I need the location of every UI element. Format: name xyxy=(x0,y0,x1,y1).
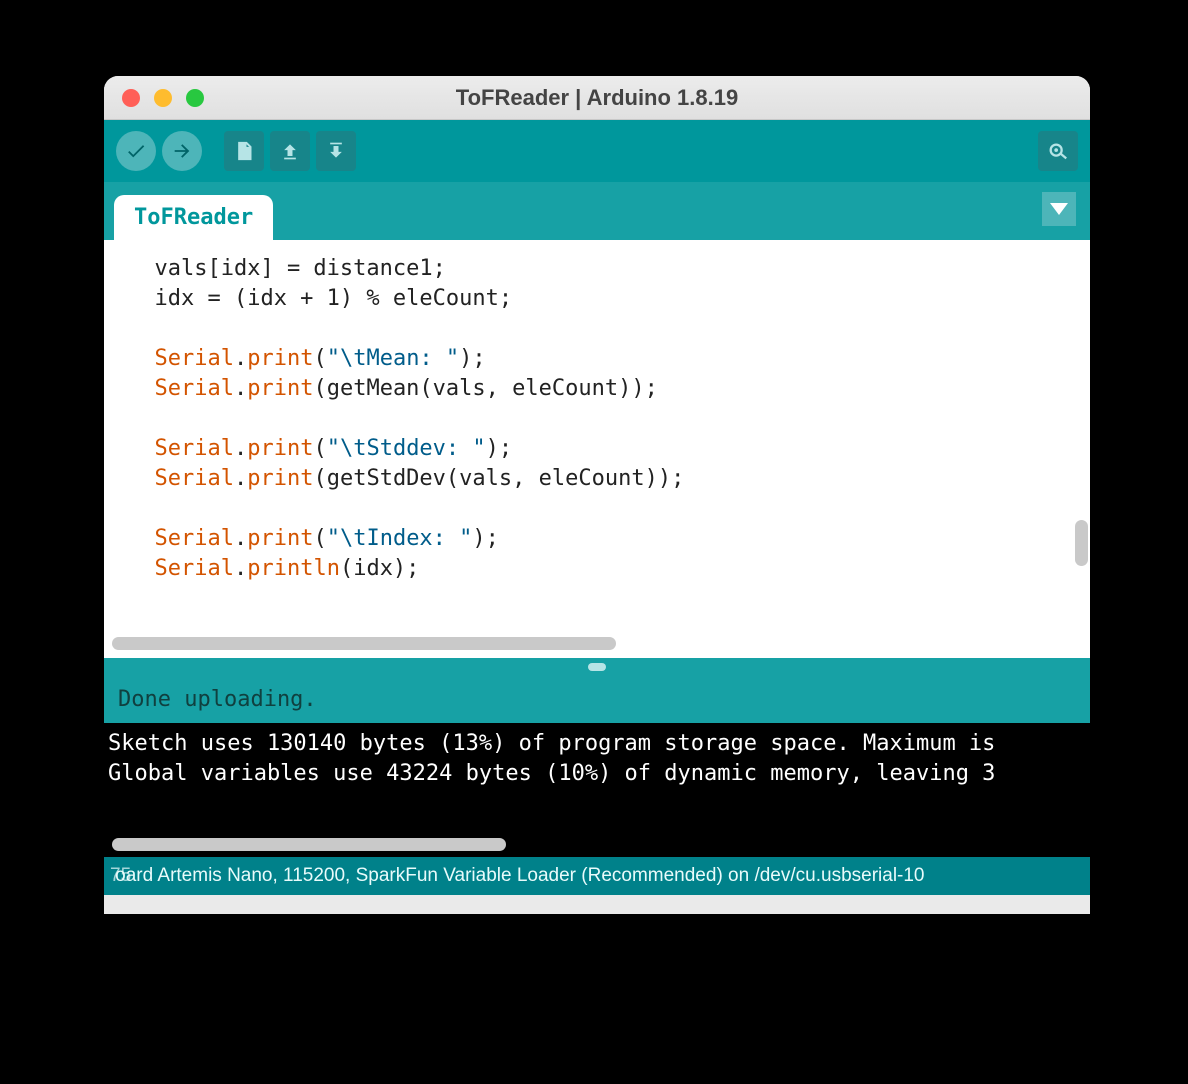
new-sketch-button[interactable] xyxy=(224,131,264,171)
tab-bar: ToFReader xyxy=(104,182,1090,240)
serial-monitor-icon xyxy=(1046,140,1070,162)
open-sketch-button[interactable] xyxy=(270,131,310,171)
arrow-down-icon xyxy=(326,140,346,162)
tab-tofreader[interactable]: ToFReader xyxy=(114,195,273,240)
code-content[interactable]: vals[idx] = distance1; idx = (idx + 1) %… xyxy=(104,240,1090,584)
footer-bar: 75 oard Artemis Nano, 115200, SparkFun V… xyxy=(104,857,1090,895)
save-sketch-button[interactable] xyxy=(316,131,356,171)
tab-menu-button[interactable] xyxy=(1042,192,1076,226)
serial-monitor-button[interactable] xyxy=(1038,131,1078,171)
file-icon xyxy=(234,140,254,162)
zoom-window-button[interactable] xyxy=(186,89,204,107)
output-console[interactable]: Sketch uses 130140 bytes (13%) of progra… xyxy=(104,723,1090,857)
divider-handle-icon xyxy=(588,663,606,671)
chevron-down-icon xyxy=(1050,203,1068,215)
editor-horizontal-scrollbar[interactable] xyxy=(112,637,1082,650)
code-editor[interactable]: vals[idx] = distance1; idx = (idx + 1) %… xyxy=(104,240,1090,658)
window-title: ToFReader | Arduino 1.8.19 xyxy=(104,85,1090,111)
minimize-window-button[interactable] xyxy=(154,89,172,107)
traffic-lights xyxy=(122,89,204,107)
close-window-button[interactable] xyxy=(122,89,140,107)
verify-button[interactable] xyxy=(116,131,156,171)
pane-divider[interactable] xyxy=(104,658,1090,675)
status-bar: Done uploading. xyxy=(104,675,1090,723)
toolbar xyxy=(104,120,1090,182)
check-icon xyxy=(125,140,147,162)
arrow-up-icon xyxy=(280,140,300,162)
line-number: 75 xyxy=(110,865,131,887)
console-line: Sketch uses 130140 bytes (13%) of progra… xyxy=(108,731,995,756)
titlebar[interactable]: ToFReader | Arduino 1.8.19 xyxy=(104,76,1090,120)
status-text: Done uploading. xyxy=(118,687,317,712)
upload-button[interactable] xyxy=(162,131,202,171)
board-port-info: oard Artemis Nano, 115200, SparkFun Vari… xyxy=(115,865,924,887)
arduino-ide-window: ToFReader | Arduino 1.8.19 ToFReader val… xyxy=(104,76,1090,914)
console-horizontal-scrollbar[interactable] xyxy=(112,838,506,851)
arrow-right-icon xyxy=(171,140,193,162)
console-line: Global variables use 43224 bytes (10%) o… xyxy=(108,761,995,786)
editor-vertical-scrollbar[interactable] xyxy=(1075,520,1088,566)
